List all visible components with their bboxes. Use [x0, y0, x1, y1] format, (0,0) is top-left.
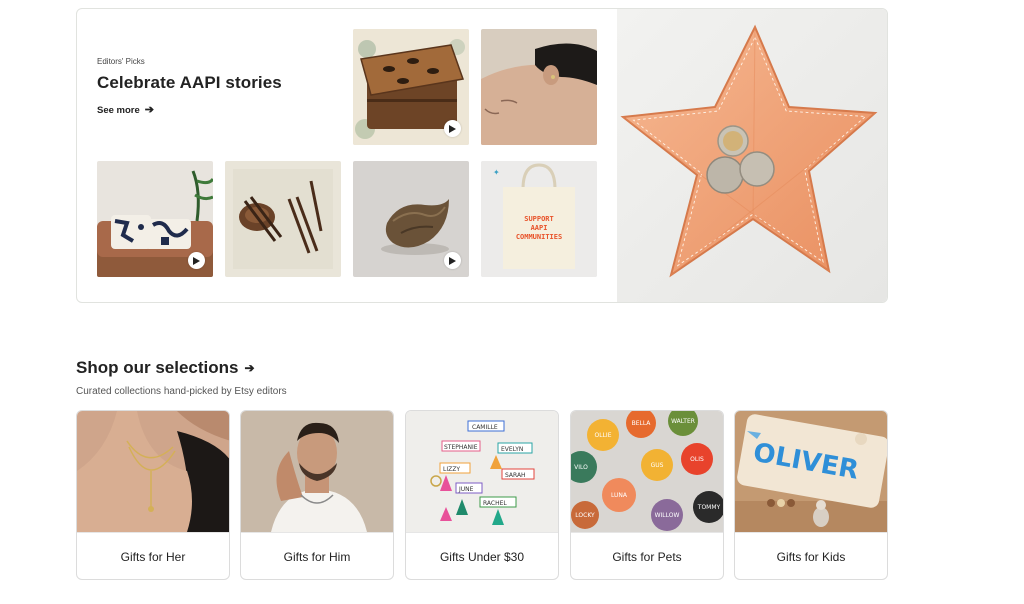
editors-picks-card: Editors' Picks Celebrate AAPI stories Se… — [76, 8, 888, 303]
pet-tag-ollie: OLLIE — [595, 432, 612, 439]
pet-tag-olis: OLIS — [690, 456, 704, 463]
editors-picks-title: Celebrate AAPI stories — [97, 73, 282, 92]
portrait-image — [481, 29, 597, 145]
card-gifts-for-kids[interactable]: OLIVER Gifts for Kids — [734, 410, 888, 580]
editors-picks-eyebrow: Editors' Picks — [97, 57, 145, 66]
play-video-icon[interactable] — [444, 252, 461, 269]
keychain-name-camille: CAMILLE — [472, 424, 498, 431]
keychain-name-lizzy: LIZZY — [443, 466, 460, 473]
shop-selections-subtitle: Curated collections hand-picked by Etsy … — [76, 386, 287, 397]
tote-line-3: COMMUNITIES — [515, 233, 563, 241]
tile-ear-jewelry-portrait[interactable] — [481, 29, 597, 145]
card-gifts-under-30[interactable]: CAMILLE STEPHANIE EVELYN LIZZY SARAH JUN… — [405, 410, 559, 580]
pet-tag-luna: LUNA — [611, 492, 628, 499]
pet-tag-willow: WILLOW — [655, 512, 680, 519]
tile-support-aapi-tote[interactable]: ✦ SUPPORT AAPI COMMUNITIES — [481, 161, 597, 277]
pet-tag-walter: WALTER — [671, 418, 695, 425]
card-label: Gifts for Pets — [571, 532, 723, 579]
card-gifts-for-pets[interactable]: OLLIE BELLA WALTER VILO GUS OLIS LUNA WI… — [570, 410, 724, 580]
selection-cards: Gifts for Her Gifts for Him CAMILLE STEP… — [76, 410, 888, 581]
pet-tag-bella: BELLA — [632, 420, 652, 427]
play-video-icon[interactable] — [444, 120, 461, 137]
pet-tag-vilo: VILO — [574, 464, 588, 471]
keychain-name-evelyn: EVELYN — [501, 446, 523, 453]
play-video-icon[interactable] — [188, 252, 205, 269]
keychain-name-sarah: SARAH — [505, 472, 526, 479]
pet-tag-tommy: TOMMY — [697, 504, 721, 511]
see-more-link[interactable]: See more ➔ — [97, 104, 154, 117]
card-label: Gifts for Him — [241, 532, 393, 579]
tote-line-1: SUPPORT — [524, 215, 554, 223]
svg-text:✦: ✦ — [493, 168, 500, 177]
card-label: Gifts for Kids — [735, 532, 887, 579]
tile-star-leather-tray[interactable] — [617, 9, 887, 302]
shop-selections-heading[interactable]: Shop our selections ➔ — [76, 358, 255, 378]
arrow-right-icon: ➔ — [244, 361, 255, 375]
chopsticks-image — [225, 161, 341, 277]
tile-wooden-chopsticks[interactable] — [225, 161, 341, 277]
tile-wooden-jewelry-box[interactable] — [353, 29, 469, 145]
card-label: Gifts Under $30 — [406, 532, 558, 579]
pet-tag-gus: GUS — [651, 462, 664, 469]
gifts-for-her-image — [77, 411, 229, 532]
see-more-label: See more — [97, 105, 140, 116]
card-gifts-for-her[interactable]: Gifts for Her — [76, 410, 230, 580]
pet-tag-locky: LOCKY — [575, 512, 595, 519]
card-label: Gifts for Her — [77, 532, 229, 579]
card-gifts-for-him[interactable]: Gifts for Him — [240, 410, 394, 580]
tile-patterned-pillows[interactable] — [97, 161, 213, 277]
tile-ceramic-dumpling-dish[interactable] — [353, 161, 469, 277]
keychain-name-rachel: RACHEL — [483, 500, 507, 507]
keychains-image: CAMILLE STEPHANIE EVELYN LIZZY SARAH JUN… — [406, 411, 558, 532]
shop-selections-title: Shop our selections — [76, 358, 239, 377]
gifts-for-him-image — [241, 411, 393, 532]
pet-tags-image: OLLIE BELLA WALTER VILO GUS OLIS LUNA WI… — [571, 411, 723, 532]
tote-line-2: AAPI — [530, 224, 548, 232]
keychain-name-stephanie: STEPHANIE — [444, 444, 478, 451]
kids-puzzle-image: OLIVER — [735, 411, 887, 532]
tote-slogan: SUPPORT AAPI COMMUNITIES — [503, 215, 575, 242]
keychain-name-june: JUNE — [458, 486, 474, 493]
star-tray-image — [620, 24, 878, 278]
arrow-right-icon: ➔ — [144, 104, 154, 116]
